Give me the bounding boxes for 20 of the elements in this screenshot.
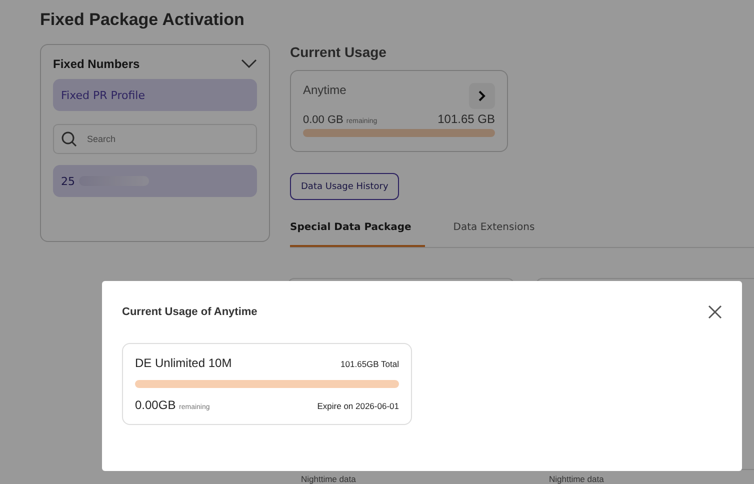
page-title: Fixed Package Activation [40,10,246,30]
package-label: Nighttime data [301,475,356,483]
profile-item[interactable]: Fixed PR Profile [53,79,257,111]
package-total: 101.65GB Total [340,359,399,369]
chevron-right-icon[interactable] [469,83,495,109]
section-title: Current Usage [290,44,388,60]
history-button[interactable]: Data Usage History [290,173,400,200]
package-name: DE Unlimited 10M [135,356,232,370]
number-item[interactable]: 25 [53,165,257,197]
panel-title: Fixed Numbers [53,57,140,71]
tab[interactable]: Data Extensions [453,214,535,247]
dialog-title: Current Usage of Anytime [122,306,258,318]
search-field[interactable]: Search [53,124,257,154]
close-icon[interactable] [708,305,722,319]
package-expiry: Expire on 2026-06-01 [317,401,399,411]
tab[interactable]: Special Data Package [290,214,426,247]
package-label: Nighttime data [549,475,604,483]
chevron-down-icon[interactable] [241,59,257,69]
usage-name: Anytime [303,83,346,97]
total-amount: 101.65 GB [438,112,495,126]
